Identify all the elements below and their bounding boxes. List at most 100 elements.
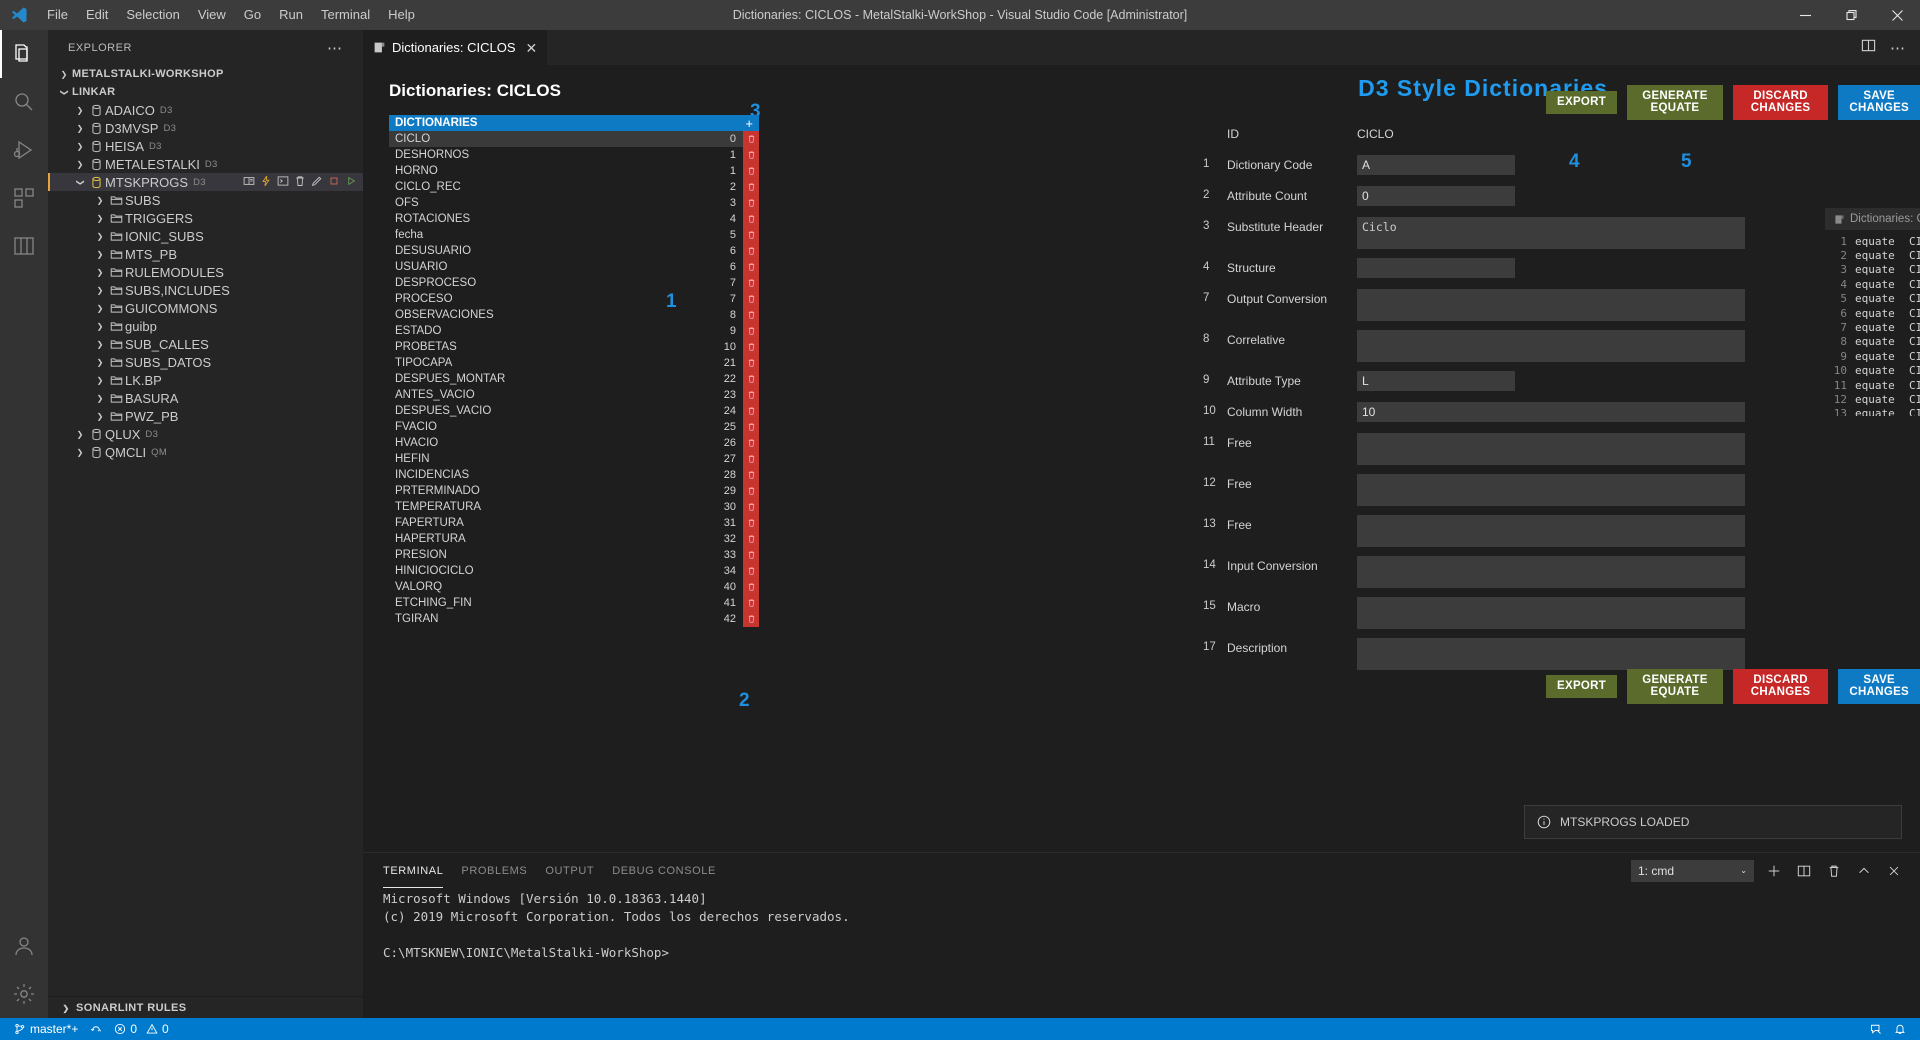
- tree-db-qmcli[interactable]: QMCLI QM: [48, 443, 363, 461]
- field-input-substitute-header[interactable]: Ciclo: [1357, 217, 1745, 249]
- delete-dictionary-icon[interactable]: [743, 163, 759, 179]
- delete-dictionary-icon[interactable]: [743, 307, 759, 323]
- delete-dictionary-icon[interactable]: [743, 563, 759, 579]
- status-feedback[interactable]: [1864, 1018, 1888, 1040]
- status-problems[interactable]: 0 0: [108, 1018, 174, 1040]
- tree-db-d3mvsp[interactable]: D3MVSP D3: [48, 119, 363, 137]
- field-input-attribute-count[interactable]: [1357, 186, 1515, 206]
- split-terminal-icon[interactable]: [1794, 861, 1814, 881]
- discard-changes-button-top[interactable]: DISCARD CHANGES: [1732, 85, 1829, 120]
- menu-go[interactable]: Go: [235, 4, 270, 26]
- dictionary-row[interactable]: FAPERTURA 31: [389, 515, 759, 531]
- tab-dictionaries-ciclos[interactable]: Dictionaries: CICLOS ✕: [363, 30, 549, 65]
- tree-folder-subs[interactable]: SUBS: [48, 191, 363, 209]
- activity-settings[interactable]: [0, 970, 48, 1018]
- dictionary-row[interactable]: CICLO_REC 2: [389, 179, 759, 195]
- tree-folder-guicommons[interactable]: GUICOMMONS: [48, 299, 363, 317]
- menu-terminal[interactable]: Terminal: [312, 4, 379, 26]
- delete-dictionary-icon[interactable]: [743, 227, 759, 243]
- tree-db-mtskprogs[interactable]: MTSKPROGS D3: [48, 173, 363, 191]
- dictionary-row[interactable]: HINICIOCICLO 34: [389, 563, 759, 579]
- run-icon[interactable]: [345, 175, 357, 190]
- dictionary-row[interactable]: DESPROCESO 7: [389, 275, 759, 291]
- tree-db-metalestalki[interactable]: METALESTALKI D3: [48, 155, 363, 173]
- delete-dictionary-icon[interactable]: [743, 259, 759, 275]
- dictionary-row[interactable]: HAPERTURA 32: [389, 531, 759, 547]
- delete-dictionary-icon[interactable]: [743, 243, 759, 259]
- panel-tab-debug-console[interactable]: DEBUG CONSOLE: [612, 853, 716, 888]
- activity-accounts[interactable]: [0, 922, 48, 970]
- delete-dictionary-icon[interactable]: [743, 611, 759, 627]
- stop-icon[interactable]: [328, 175, 340, 190]
- tree-folder-subs-datos[interactable]: SUBS_DATOS: [48, 353, 363, 371]
- delete-dictionary-icon[interactable]: [743, 131, 759, 147]
- tree-folder-rulemodules[interactable]: RULEMODULES: [48, 263, 363, 281]
- activity-search[interactable]: [0, 78, 48, 126]
- dictionary-row[interactable]: ETCHING_FIN 41: [389, 595, 759, 611]
- new-terminal-icon[interactable]: [1764, 861, 1784, 881]
- status-sync[interactable]: [84, 1018, 108, 1040]
- field-input-free[interactable]: [1357, 474, 1745, 506]
- delete-dictionary-icon[interactable]: [743, 419, 759, 435]
- dictionary-row[interactable]: ESTADO 9: [389, 323, 759, 339]
- tree-folder-subs-includes[interactable]: SUBS,INCLUDES: [48, 281, 363, 299]
- equate-code-area[interactable]: 1 equate CICLOS.HORNO to 1 2 equate CICL…: [1825, 230, 1920, 416]
- dictionary-row[interactable]: HVACIO 26: [389, 435, 759, 451]
- edit-icon[interactable]: [311, 175, 323, 190]
- tree-root-0[interactable]: METALSTALKI-WORKSHOP: [48, 65, 363, 83]
- delete-dictionary-icon[interactable]: [743, 147, 759, 163]
- activity-explorer[interactable]: [0, 30, 48, 78]
- dictionary-row[interactable]: fecha 5: [389, 227, 759, 243]
- panel-tab-terminal[interactable]: TERMINAL: [383, 853, 444, 888]
- dictionaries-list[interactable]: DICTIONARIES + CICLO 0 DESHORNOS 1 HORNO…: [389, 115, 759, 627]
- add-dictionary-button[interactable]: +: [745, 117, 753, 130]
- dictionary-row[interactable]: HEFIN 27: [389, 451, 759, 467]
- delete-dictionary-icon[interactable]: [743, 211, 759, 227]
- dictionary-row[interactable]: TIPOCAPA 21: [389, 355, 759, 371]
- dictionary-row[interactable]: CICLO 0: [389, 131, 759, 147]
- dictionary-row[interactable]: HORNO 1: [389, 163, 759, 179]
- file-tree[interactable]: METALSTALKI-WORKSHOP LINKAR ADAICO D3 D3…: [48, 65, 363, 996]
- close-button[interactable]: [1874, 0, 1920, 30]
- tree-folder-ionic-subs[interactable]: IONIC_SUBS: [48, 227, 363, 245]
- terminal-icon[interactable]: [277, 175, 289, 190]
- field-input-macro[interactable]: [1357, 597, 1745, 629]
- tree-db-qlux[interactable]: QLUX D3: [48, 425, 363, 443]
- delete-dictionary-icon[interactable]: [743, 403, 759, 419]
- open-dict-icon[interactable]: [243, 175, 255, 190]
- field-input-input-conversion[interactable]: [1357, 556, 1745, 588]
- status-notifications[interactable]: [1888, 1018, 1912, 1040]
- kill-terminal-icon[interactable]: [1824, 861, 1844, 881]
- delete-dictionary-icon[interactable]: [743, 547, 759, 563]
- activity-run-debug[interactable]: [0, 126, 48, 174]
- menu-selection[interactable]: Selection: [117, 4, 188, 26]
- field-input-free[interactable]: [1357, 515, 1745, 547]
- delete-dictionary-icon[interactable]: [743, 387, 759, 403]
- delete-dictionary-icon[interactable]: [743, 483, 759, 499]
- tree-folder-mts-pb[interactable]: MTS_PB: [48, 245, 363, 263]
- field-input-free[interactable]: [1357, 433, 1745, 465]
- dictionary-row[interactable]: OFS 3: [389, 195, 759, 211]
- dictionary-row[interactable]: TEMPERATURA 30: [389, 499, 759, 515]
- menu-edit[interactable]: Edit: [77, 4, 117, 26]
- delete-dictionary-icon[interactable]: [743, 291, 759, 307]
- dictionary-row[interactable]: PROBETAS 10: [389, 339, 759, 355]
- field-input-column-width[interactable]: [1357, 402, 1745, 422]
- activity-extensions[interactable]: [0, 174, 48, 222]
- dictionary-row[interactable]: DESUSUARIO 6: [389, 243, 759, 259]
- dictionary-row[interactable]: PROCESO 7: [389, 291, 759, 307]
- dictionary-row[interactable]: USUARIO 6: [389, 259, 759, 275]
- delete-dictionary-icon[interactable]: [743, 515, 759, 531]
- status-branch[interactable]: master*+: [8, 1018, 84, 1040]
- delete-dictionary-icon[interactable]: [743, 275, 759, 291]
- close-panel-icon[interactable]: [1884, 861, 1904, 881]
- tree-db-heisa[interactable]: HEISA D3: [48, 137, 363, 155]
- dictionary-row[interactable]: DESPUES_MONTAR 22: [389, 371, 759, 387]
- tree-folder-guibp[interactable]: guibp: [48, 317, 363, 335]
- dictionary-row[interactable]: PRTERMINADO 29: [389, 483, 759, 499]
- tree-folder-basura[interactable]: BASURA: [48, 389, 363, 407]
- delete-dictionary-icon[interactable]: [743, 595, 759, 611]
- sonarlint-rules-section[interactable]: SONARLINT RULES: [48, 996, 363, 1018]
- minimize-button[interactable]: [1782, 0, 1828, 30]
- delete-icon[interactable]: [294, 175, 306, 190]
